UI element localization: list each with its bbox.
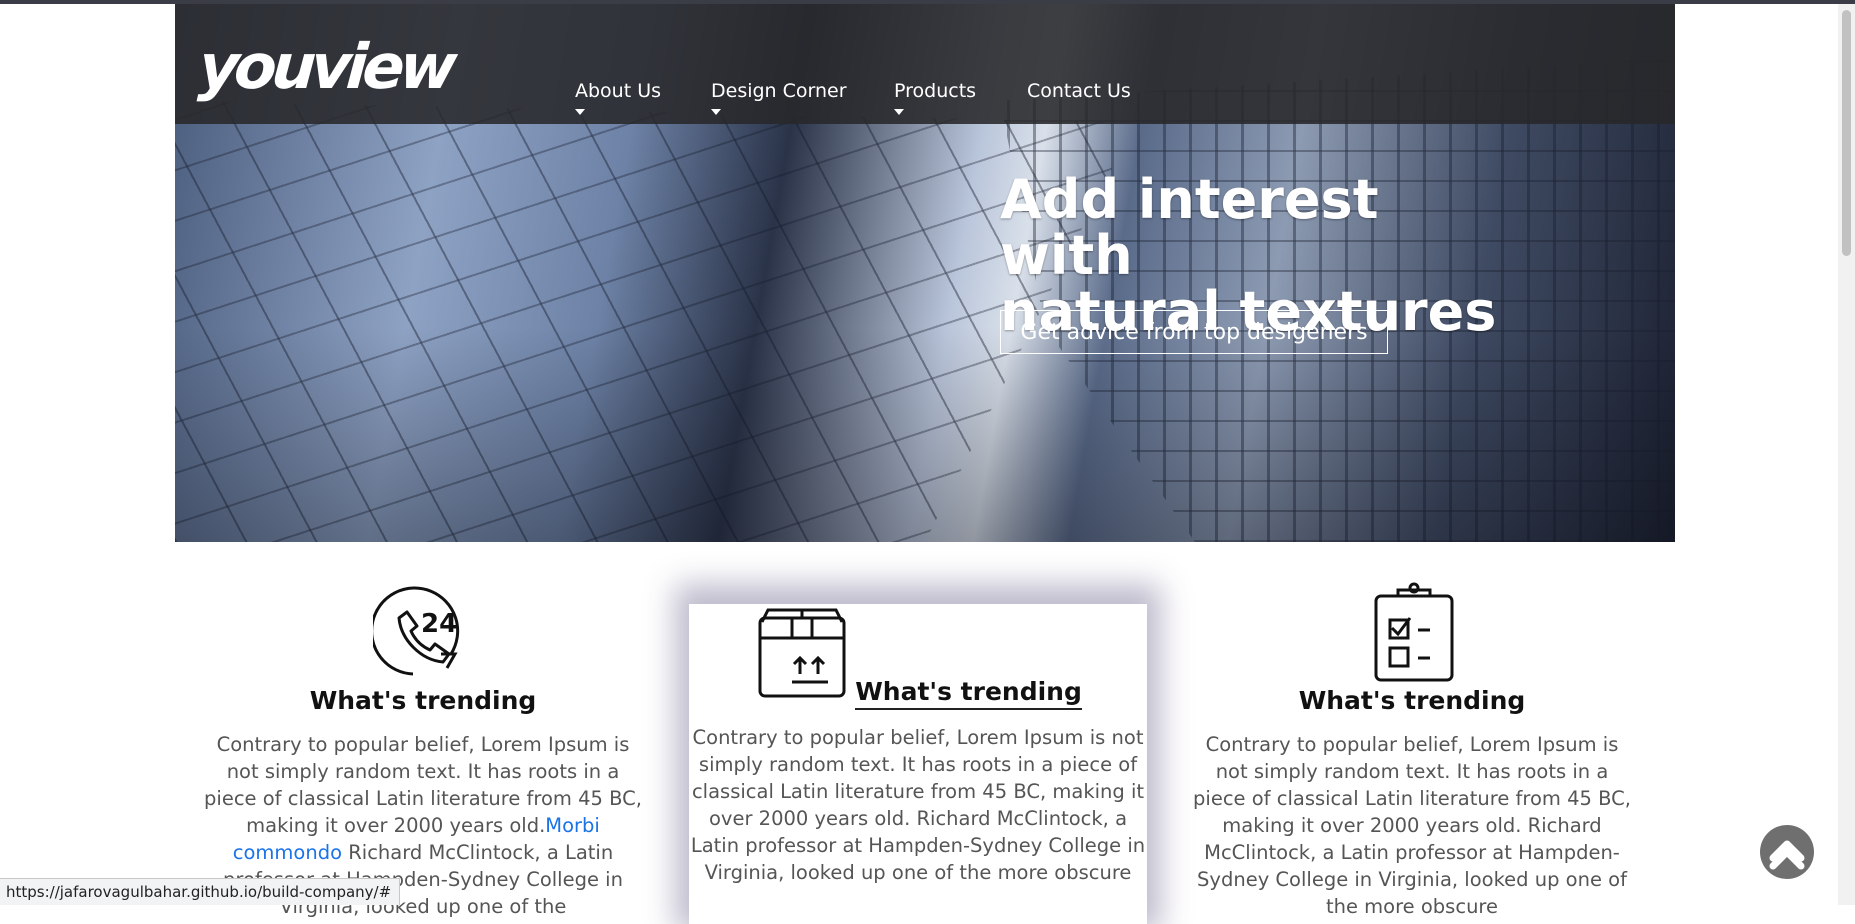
hero-title-line1: Add interest with: [1000, 168, 1379, 287]
feature-card-2: What's trending Contrary to popular beli…: [689, 604, 1147, 886]
nav-label: Design Corner: [711, 80, 847, 102]
nav-label: About Us: [575, 80, 662, 102]
nav-label: Contact Us: [1027, 80, 1131, 102]
feature-text: Contrary to popular belief, Lorem Ipsum …: [690, 726, 1146, 884]
nav-label: Products: [894, 80, 977, 102]
feature-text: Contrary to popular belief, Lorem Ipsum …: [1193, 733, 1631, 918]
feature-card-1: 24 What's trending Contrary to popular b…: [203, 582, 643, 920]
youview-logo[interactable]: youview: [196, 30, 454, 103]
nav-item-products[interactable]: Products: [894, 80, 977, 115]
page-scrollbar[interactable]: [1838, 4, 1855, 905]
feature-title: What's trending: [1298, 686, 1526, 715]
chevron-down-icon: [894, 109, 904, 115]
scroll-to-top-button[interactable]: [1760, 825, 1814, 879]
svg-text:24: 24: [421, 609, 457, 639]
scrollbar-thumb[interactable]: [1842, 10, 1851, 256]
nav-item-contact-us[interactable]: Contact Us: [1027, 80, 1131, 102]
chevron-up-icon: [1769, 840, 1805, 870]
nav-item-design-corner[interactable]: Design Corner: [711, 80, 847, 115]
clipboard-checklist-icon: [1374, 582, 1454, 682]
phone-24-icon: 24: [370, 586, 460, 676]
nav-item-about-us[interactable]: About Us: [575, 80, 662, 115]
feature-card-3: What's trending Contrary to popular beli…: [1192, 582, 1632, 920]
feature-title: What's trending: [855, 677, 1082, 710]
box-upload-icon: [758, 608, 846, 698]
hero-banner: youview About Us Design Corner Products …: [175, 4, 1675, 542]
chevron-down-icon: [575, 109, 585, 115]
get-advice-button[interactable]: Get advice from top desigeners: [1000, 310, 1388, 354]
chevron-down-icon: [711, 109, 721, 115]
top-navbar: youview About Us Design Corner Products …: [175, 4, 1675, 124]
status-bar-url: https://jafarovagulbahar.github.io/build…: [0, 878, 401, 905]
feature-title: What's trending: [309, 686, 537, 715]
